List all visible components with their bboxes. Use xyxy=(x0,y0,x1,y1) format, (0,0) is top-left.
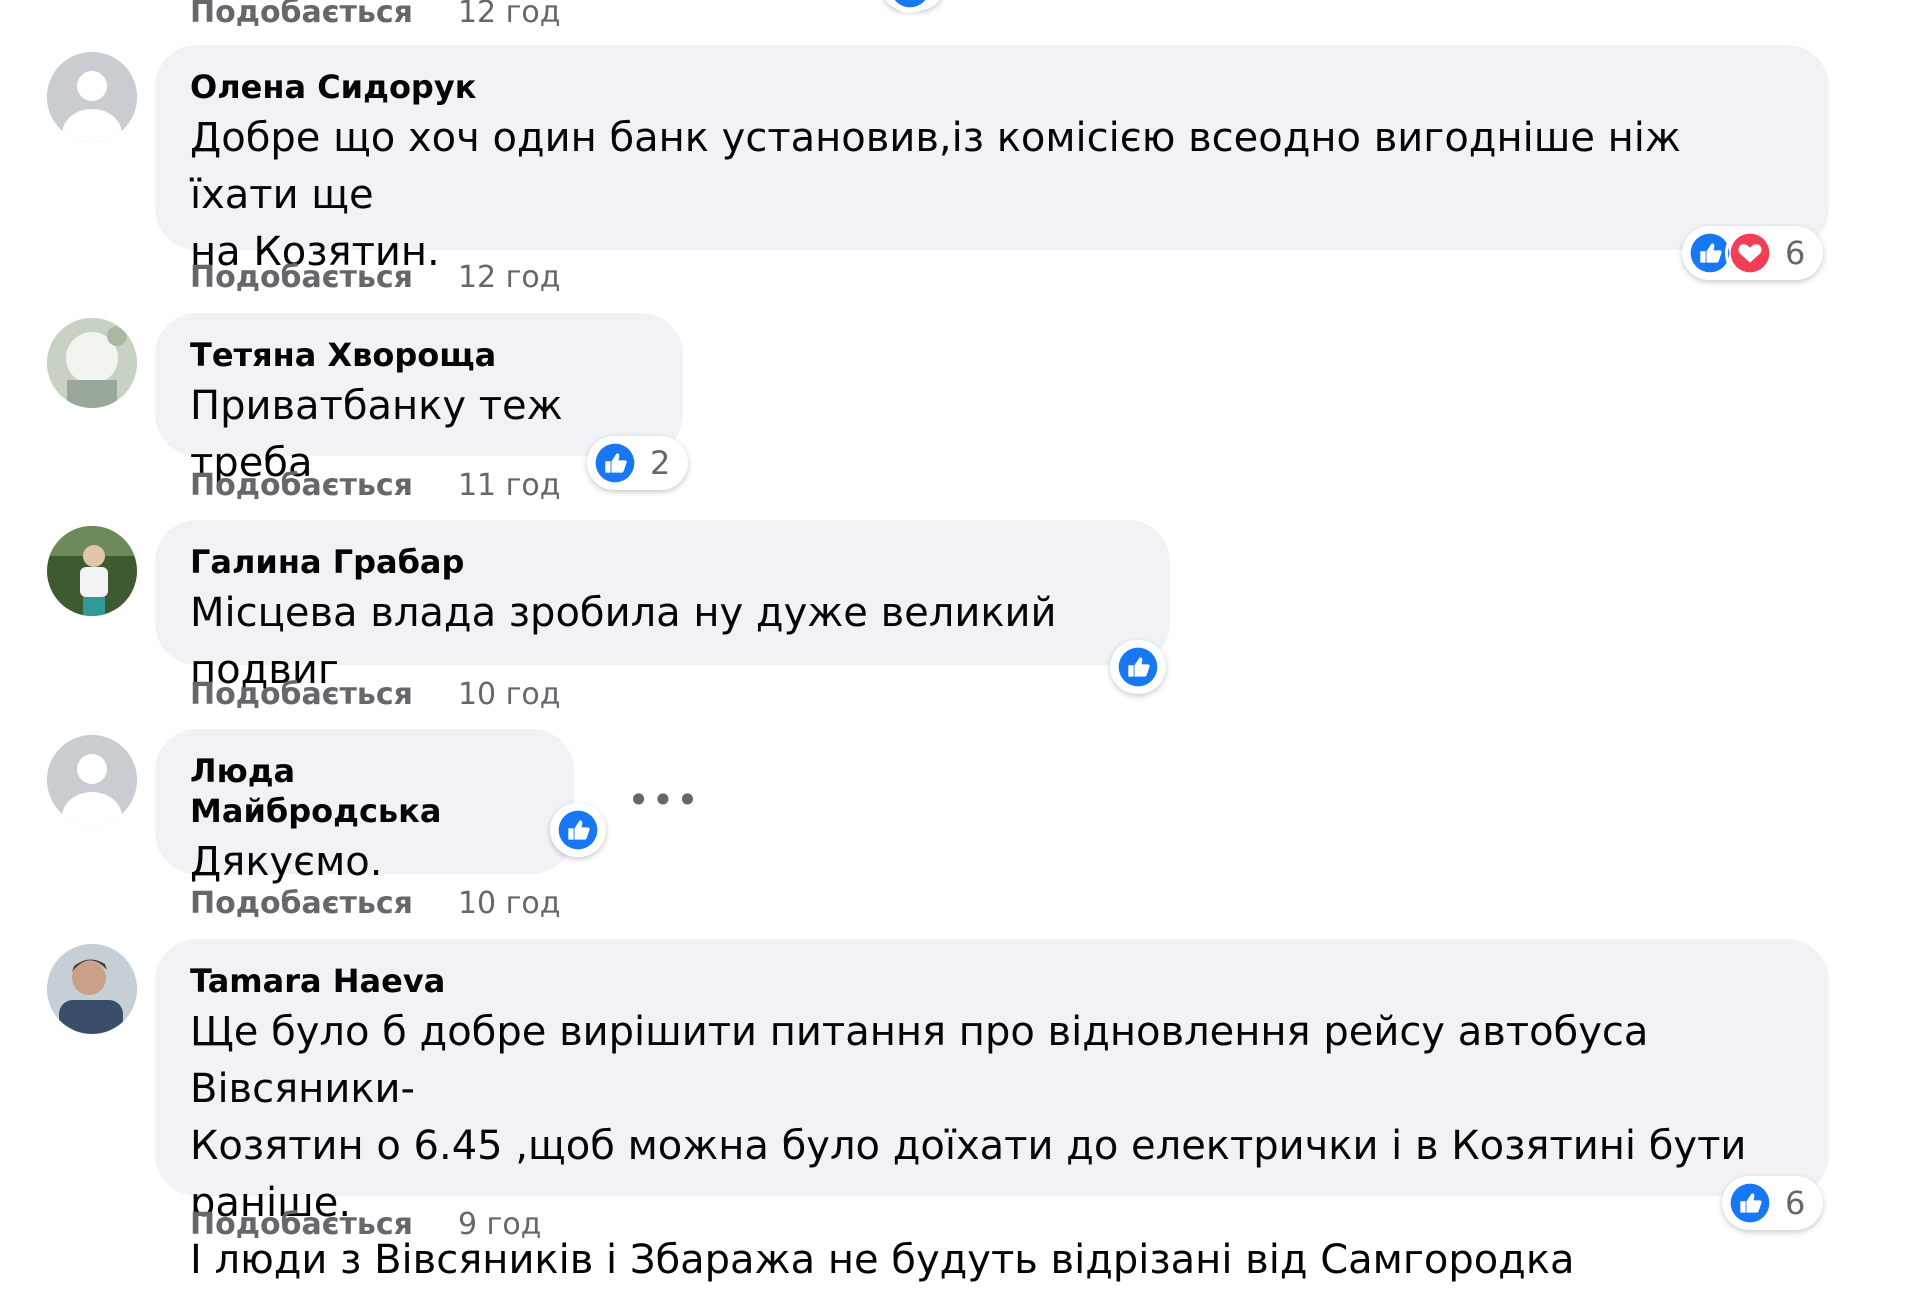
like-link[interactable]: Подобається xyxy=(190,677,413,712)
like-reaction-icon xyxy=(1725,1178,1775,1228)
reaction-count: 2 xyxy=(650,444,671,482)
like-link[interactable]: Подобається xyxy=(190,1207,413,1242)
reactions-summary[interactable] xyxy=(882,0,943,13)
like-link[interactable]: Подобається xyxy=(190,886,413,921)
comment-time[interactable]: 12 год xyxy=(458,260,561,295)
comment-author[interactable]: Tamara Haeva xyxy=(190,961,1795,1001)
love-reaction-icon xyxy=(1725,228,1775,278)
comment-author[interactable]: Тетяна Хвороща xyxy=(190,335,649,375)
reaction-count: 6 xyxy=(1785,1184,1806,1222)
like-reaction-icon xyxy=(553,805,603,855)
comment-actions: Подобається 10 год xyxy=(190,675,561,715)
like-link[interactable]: Подобається xyxy=(190,468,413,503)
comment-bubble: Галина Грабар Місцева влада зробила ну д… xyxy=(155,520,1170,693)
comment-time[interactable]: 9 год xyxy=(458,1207,541,1242)
comment-text: Ще було б добре вирішити питання про від… xyxy=(190,1004,1795,1289)
reactions-summary[interactable]: 6 xyxy=(1682,226,1824,280)
comment-actions: Подобається 9 год xyxy=(190,1205,541,1245)
like-reaction-icon xyxy=(590,438,640,488)
comment-time[interactable]: 11 год xyxy=(458,468,561,503)
comment-actions: Подобається 10 год xyxy=(190,884,561,924)
comment-author[interactable]: Люда Майбродська xyxy=(190,751,540,831)
comment-author[interactable]: Олена Сидорук xyxy=(190,67,1795,107)
comment-time[interactable]: 10 год xyxy=(458,886,561,921)
like-reaction-icon xyxy=(885,0,935,13)
avatar-default[interactable] xyxy=(47,52,137,142)
comment-bubble: Tamara Haeva Ще було б добре вирішити пи… xyxy=(155,939,1829,1283)
like-reaction-icon xyxy=(1113,642,1163,692)
comment-bubble: Олена Сидорук Добре що хоч один банк уст… xyxy=(155,45,1829,275)
more-options-button[interactable]: ••• xyxy=(627,778,698,822)
reactions-summary[interactable]: 2 xyxy=(587,436,689,490)
avatar-default[interactable] xyxy=(47,735,137,825)
like-link[interactable]: Подобається xyxy=(190,0,413,30)
comment-bubble: Люда Майбродська Дякуємо. xyxy=(155,729,574,885)
avatar-photo[interactable] xyxy=(47,318,137,408)
comment-time[interactable]: 10 год xyxy=(458,677,561,712)
comment-author[interactable]: Галина Грабар xyxy=(190,542,1136,582)
avatar-photo[interactable] xyxy=(47,526,137,616)
comment-bubble: Тетяна Хвороща Приватбанку теж треба xyxy=(155,313,683,486)
reaction-count: 6 xyxy=(1785,234,1806,272)
comment-time[interactable]: 12 год xyxy=(458,0,561,30)
comment-text-line: Ще було б добре вирішити питання про від… xyxy=(190,1009,1649,1112)
avatar-photo[interactable] xyxy=(47,944,137,1034)
comment-actions: Подобається 12 год xyxy=(190,258,561,298)
comment-actions: Подобається 11 год xyxy=(190,466,561,506)
reactions-summary[interactable]: 6 xyxy=(1722,1176,1824,1230)
comment-text: Добре що хоч один банк установив,із комі… xyxy=(190,110,1795,281)
comment-text-line: Добре що хоч один банк установив,із комі… xyxy=(190,115,1681,218)
comment-text-line: Дякуємо. xyxy=(190,839,383,885)
comment-actions: Подобається 12 год xyxy=(190,0,561,33)
reactions-summary[interactable] xyxy=(550,803,606,857)
reactions-summary[interactable] xyxy=(1110,640,1166,694)
comment-text: Дякуємо. xyxy=(190,834,540,891)
like-link[interactable]: Подобається xyxy=(190,260,413,295)
